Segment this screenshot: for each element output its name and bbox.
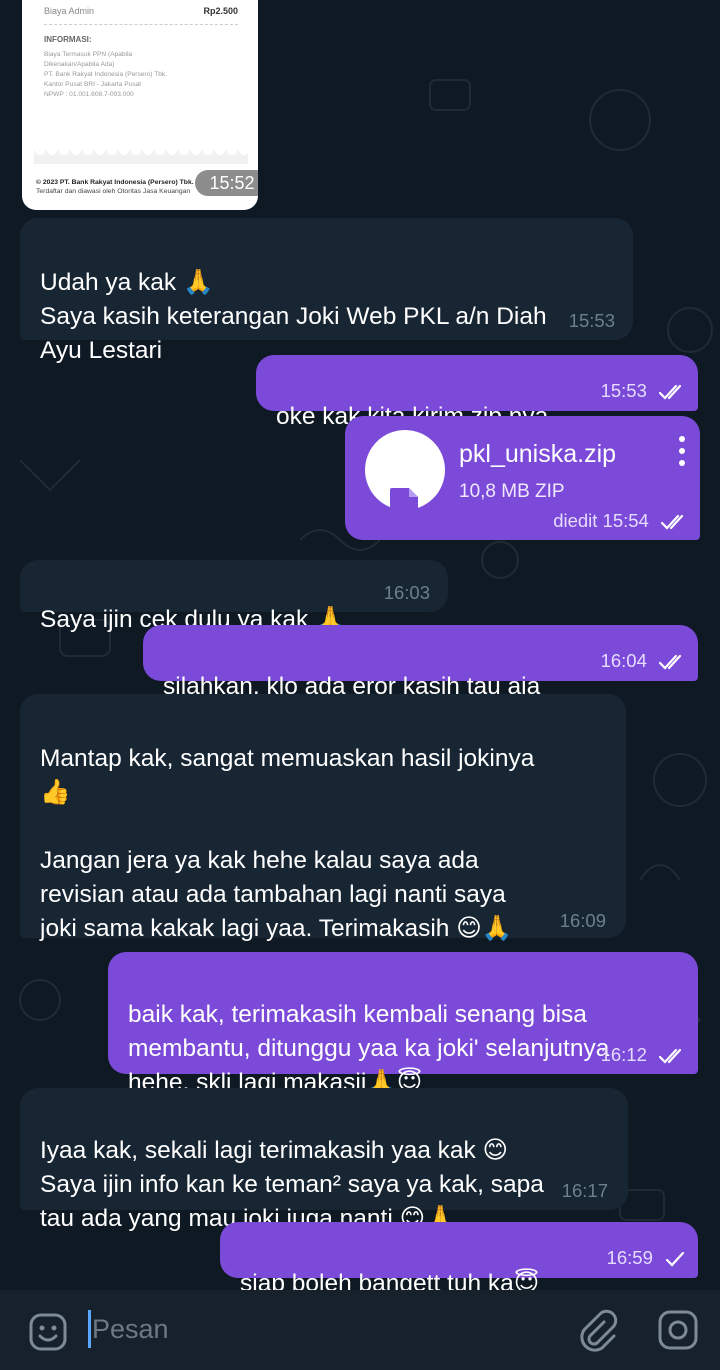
message-meta: 16:12	[601, 1044, 686, 1066]
message-time: 16:09	[559, 910, 606, 931]
message-meta: 16:59	[607, 1247, 686, 1269]
message-text: Mantap kak, sangat memuaskan hasil jokin…	[40, 745, 535, 942]
camera-icon[interactable]	[656, 1308, 700, 1352]
receipt-fee-amount: Rp2.500	[203, 6, 238, 16]
message-outgoing[interactable]: oke kak kita kirim zip nya 15:53	[256, 355, 698, 430]
message-outgoing[interactable]: silahkan, klo ada eror kasih tau aja 16:…	[143, 625, 698, 700]
more-options-icon[interactable]	[678, 436, 686, 468]
image-message[interactable]: Biaya Admin Rp2.500 INFORMASI: Biaya Ter…	[22, 0, 258, 210]
receipt-fee-label: Biaya Admin	[44, 6, 95, 16]
message-time: 16:03	[383, 582, 430, 603]
message-time: 16:04	[600, 650, 647, 671]
double-check-icon	[658, 655, 682, 670]
message-time: diedit 15:54	[553, 510, 649, 531]
message-outgoing[interactable]: baik kak, terimakasih kembali senang bis…	[108, 952, 698, 1096]
message-input-bar: Pesan	[0, 1290, 720, 1370]
receipt-image: Biaya Admin Rp2.500 INFORMASI: Biaya Ter…	[34, 0, 248, 164]
message-input[interactable]: Pesan	[92, 1312, 169, 1346]
message-time: 15:53	[568, 310, 615, 331]
message-meta: 15:53	[601, 380, 686, 402]
double-check-icon	[658, 385, 682, 400]
message-incoming[interactable]: Mantap kak, sangat memuaskan hasil jokin…	[20, 694, 626, 942]
message-incoming[interactable]: Iyaa kak, sekali lagi terimakasih yaa ka…	[20, 1088, 628, 1232]
emoji-icon[interactable]	[26, 1310, 70, 1354]
message-incoming[interactable]: Udah ya kak 🙏 Saya kasih keterangan Joki…	[20, 218, 633, 364]
image-timestamp: 15:52	[195, 170, 258, 196]
message-outgoing[interactable]: siap boleh bangett tuh ka😇 16:59	[220, 1222, 698, 1290]
receipt-info-text: Biaya Termasuk PPN (Apabila Dikenakan/Ap…	[44, 51, 168, 98]
double-check-icon	[660, 515, 684, 530]
message-meta: diedit 15:54	[553, 510, 688, 532]
file-download-button[interactable]	[365, 430, 445, 522]
message-text: siap boleh bangett tuh ka😇	[240, 1270, 540, 1290]
receipt-edge	[34, 150, 248, 164]
double-check-icon	[658, 1049, 682, 1064]
check-icon	[665, 1252, 685, 1267]
text-caret	[88, 1310, 91, 1348]
chat-area[interactable]: Biaya Admin Rp2.500 INFORMASI: Biaya Ter…	[0, 0, 720, 1290]
message-time: 16:17	[561, 1180, 608, 1201]
message-time: 15:53	[600, 380, 647, 401]
receipt-footer-line1: © 2023 PT. Bank Rakyat Indonesia (Perser…	[36, 179, 194, 186]
file-icon	[390, 488, 418, 522]
file-name: pkl_uniska.zip	[459, 440, 617, 468]
receipt-info-heading: INFORMASI:	[44, 35, 92, 44]
message-meta: 16:04	[601, 650, 686, 672]
file-size: 10,8 MB ZIP	[459, 481, 565, 502]
paperclip-icon[interactable]	[574, 1308, 618, 1352]
file-message[interactable]: pkl_uniska.zip 10,8 MB ZIP diedit 15:54	[345, 416, 700, 540]
message-time: 16:59	[606, 1247, 653, 1268]
message-time: 16:12	[600, 1044, 647, 1065]
message-incoming[interactable]: Saya ijin cek dulu ya kak 🙏 16:03	[20, 560, 448, 633]
receipt-footer-line2: Terdaftar dan diawasi oleh Otoritas Jasa…	[36, 188, 191, 195]
